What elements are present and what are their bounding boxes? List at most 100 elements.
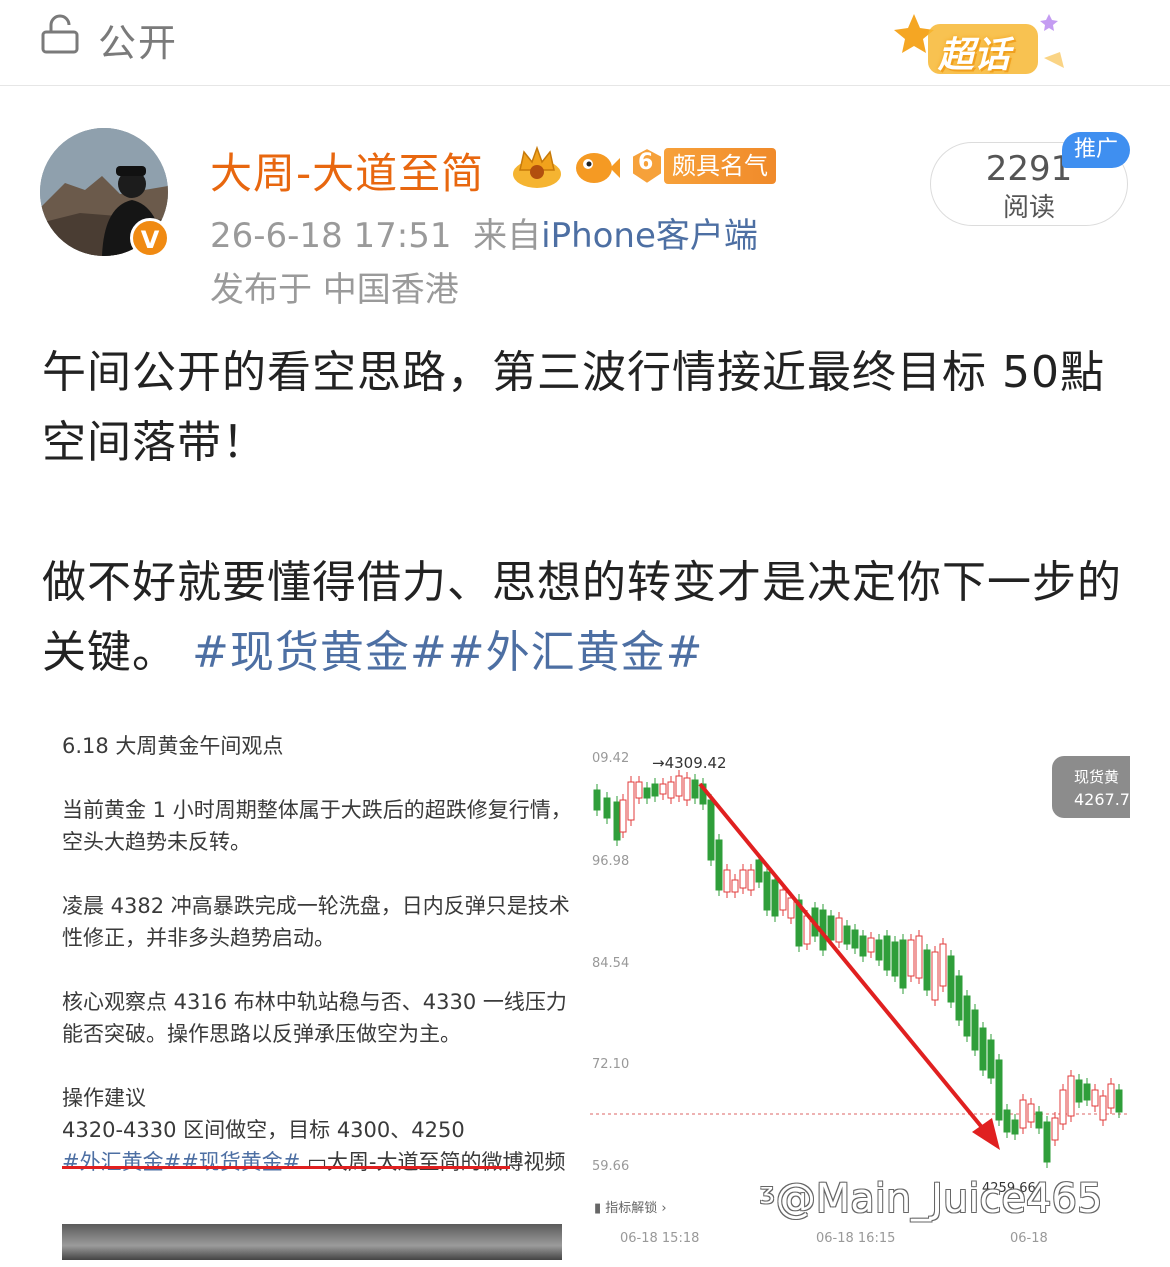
candle xyxy=(883,935,891,971)
candle xyxy=(627,781,635,821)
candle xyxy=(683,777,691,801)
fame-badge[interactable]: 6 颇具名气 xyxy=(626,146,776,186)
lock-icon xyxy=(41,14,79,54)
candle xyxy=(1099,1095,1107,1121)
candle xyxy=(659,783,667,795)
post-timestamp: 26-6-18 17:51 xyxy=(210,216,452,256)
candle xyxy=(675,775,683,797)
candle xyxy=(859,935,867,957)
y-tick-label: 84.54 xyxy=(592,956,629,971)
candle xyxy=(1107,1083,1115,1109)
post-meta: 26-6-18 17:51 来自iPhone客户端 xyxy=(210,208,758,257)
candle xyxy=(955,975,963,1021)
username[interactable]: 大周-大道至简 xyxy=(210,140,484,201)
candle xyxy=(1027,1103,1035,1123)
watermark: ᶾ@Main_Juice465 xyxy=(760,1176,1103,1222)
candle xyxy=(779,889,787,911)
note-source-link: 大周-大道至简的微博视频 xyxy=(326,1150,566,1174)
candle xyxy=(803,915,811,945)
x-tick-label: 06-18 xyxy=(1010,1231,1048,1246)
indicator-button: ▮ 指标解锁 › xyxy=(594,1200,667,1216)
candle xyxy=(1019,1099,1027,1129)
candle xyxy=(1051,1117,1059,1141)
candle xyxy=(971,1009,979,1051)
candle xyxy=(787,897,795,919)
crown-icon xyxy=(513,145,561,188)
candle xyxy=(1067,1075,1075,1117)
candle xyxy=(931,951,939,1001)
fame-label: 颇具名气 xyxy=(664,148,776,184)
note-footer: #外汇黄金##现货黄金# ▭大周-大道至简的微博视频 xyxy=(62,1146,572,1178)
candle xyxy=(907,939,915,977)
candle xyxy=(827,915,835,941)
visibility-label[interactable]: 公开 xyxy=(98,12,178,67)
candle xyxy=(593,789,601,811)
candle xyxy=(1059,1089,1067,1125)
y-tick-label: 59.66 xyxy=(592,1159,629,1174)
candle xyxy=(1003,1109,1011,1133)
candle xyxy=(843,925,851,945)
candle xyxy=(707,799,715,861)
top-bar: 公开 超话 xyxy=(0,0,1170,86)
post-source[interactable]: iPhone客户端 xyxy=(541,216,758,256)
candle xyxy=(731,879,739,893)
candle xyxy=(747,869,755,891)
fame-level: 6 xyxy=(638,150,654,175)
candle xyxy=(987,1039,995,1079)
candle xyxy=(715,839,723,891)
promote-badge[interactable]: 推广 xyxy=(1062,132,1130,168)
red-underline xyxy=(62,1166,510,1169)
candle xyxy=(915,935,923,979)
note-title: 6.18 大周黄金午间观点 xyxy=(62,734,284,758)
candle xyxy=(963,995,971,1037)
price-pill-label: 现货黄 xyxy=(1074,768,1120,786)
price-pill-value: 4267.7 xyxy=(1074,790,1130,809)
post-hashtags[interactable]: #现货黄金##外汇黄金# xyxy=(192,627,703,678)
embedded-note: 6.18 大周黄金午间观点 当前黄金 1 小时周期整体属于大跌后的超跌修复行情，… xyxy=(62,730,572,1178)
candle xyxy=(1011,1119,1019,1135)
post-body: 午间公开的看空思路，第三波行情接近最终目标 50點空间落带！ 做不好就要懂得借力… xyxy=(42,338,1132,688)
candle xyxy=(1075,1079,1083,1103)
note-paragraph-3: 核心观察点 4316 布林中轨站稳与否、4330 一线压力能否突破。操作思路以反… xyxy=(62,990,567,1046)
candle xyxy=(763,871,771,911)
candle xyxy=(867,937,875,953)
x-tick-label: 06-18 15:18 xyxy=(620,1231,699,1246)
post-paragraph-2: 做不好就要懂得借力、思想的转变才是决定你下一步的关键。 #现货黄金##外汇黄金# xyxy=(42,548,1132,688)
candle xyxy=(899,939,907,989)
candle xyxy=(771,879,779,917)
watermark-text: @Main_Juice465 xyxy=(775,1176,1103,1222)
candle xyxy=(1091,1089,1099,1107)
note-advice-title: 操作建议 xyxy=(62,1086,146,1110)
supertopic-button[interactable]: 超话 xyxy=(894,6,1074,86)
candle xyxy=(1035,1111,1043,1129)
candle xyxy=(619,799,627,833)
post-location: 发布于 中国香港 xyxy=(210,270,459,310)
candle xyxy=(923,949,931,991)
note-paragraph-1: 当前黄金 1 小时周期整体属于大跌后的超跌修复行情，空头大趋势未反转。 xyxy=(62,798,572,854)
post-paragraph-1: 午间公开的看空思路，第三波行情接近最终目标 50點空间落带！ xyxy=(42,347,1105,468)
candle xyxy=(691,779,699,799)
candle xyxy=(667,781,675,799)
candle xyxy=(1083,1083,1091,1101)
candle xyxy=(851,929,859,949)
y-tick-label: 96.98 xyxy=(592,854,629,869)
candle xyxy=(1043,1121,1051,1163)
note-advice: 4320-4330 区间做空，目标 4300、4250 xyxy=(62,1118,465,1142)
y-tick-label: 09.42 xyxy=(592,751,629,766)
candle xyxy=(835,917,843,943)
candle xyxy=(979,1027,987,1071)
candle xyxy=(755,859,763,883)
x-tick-label: 06-18 16:15 xyxy=(816,1231,895,1246)
fish-icon xyxy=(576,153,620,183)
note-paragraph-2: 凌晨 4382 冲高暴跌完成一轮洗盘，日内反弹只是技术性修正，并非多头趋势启动。 xyxy=(62,894,570,950)
candle xyxy=(939,943,947,987)
candle xyxy=(1115,1089,1123,1113)
price-pill: 现货黄 4267.7 xyxy=(1052,756,1130,818)
candle xyxy=(613,801,621,841)
candle xyxy=(603,797,611,819)
candle xyxy=(635,781,643,799)
source-prefix: 来自 xyxy=(473,216,542,256)
high-label: →4309.42 xyxy=(652,754,727,772)
candle xyxy=(739,869,747,889)
verified-badge: V xyxy=(130,218,170,258)
